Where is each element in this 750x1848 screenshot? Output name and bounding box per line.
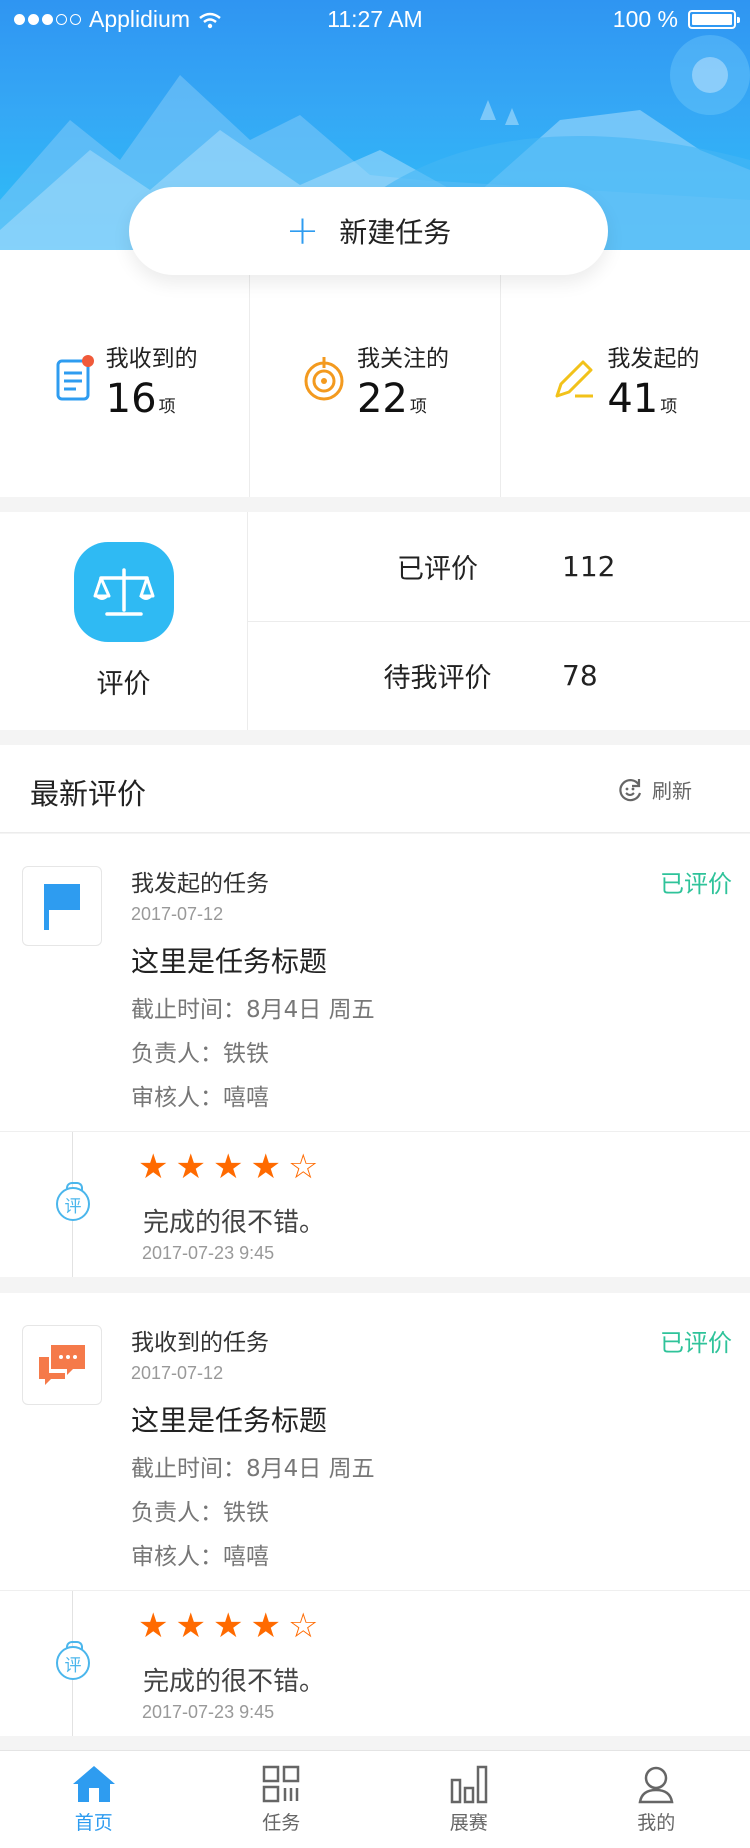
task-reviewer: 审核人：嘻嘻 bbox=[131, 1085, 269, 1111]
new-task-button[interactable]: + 新建任务 bbox=[129, 187, 608, 275]
task-stats: 我收到的 16 项 我关注的 22 项 我发起的 41 项 bbox=[0, 250, 750, 497]
star-empty-icon: ☆ bbox=[287, 1606, 319, 1646]
stat-count: 22 bbox=[356, 375, 408, 422]
task-owner: 负责人：铁铁 bbox=[131, 1041, 269, 1067]
task-date: 2017-07-12 bbox=[131, 904, 224, 924]
star-filled-icon: ★ bbox=[250, 1606, 281, 1646]
user-icon bbox=[638, 1766, 674, 1804]
battery-icon bbox=[688, 10, 740, 29]
bar-chart-icon bbox=[450, 1765, 487, 1804]
evaluated-row[interactable]: 已评价 112 bbox=[248, 512, 750, 622]
battery-group: 100 % bbox=[612, 6, 740, 33]
tab-label: 我的 bbox=[637, 1812, 676, 1834]
comment-time: 2017-07-23 9:45 bbox=[142, 1702, 275, 1722]
stat-unit: 项 bbox=[660, 396, 678, 417]
tab-label: 任务 bbox=[262, 1812, 301, 1834]
star-empty-icon: ☆ bbox=[287, 1147, 319, 1187]
grid-icon bbox=[263, 1765, 300, 1803]
task-date: 2017-07-12 bbox=[131, 1363, 224, 1383]
clipboard-icon bbox=[56, 354, 94, 400]
latest-evaluations-header: 最新评价 刷新 bbox=[0, 745, 750, 833]
star-filled-icon: ★ bbox=[250, 1147, 281, 1187]
refresh-button[interactable]: 刷新 bbox=[616, 775, 692, 804]
task-deadline: 截止时间：8月4日 周五 bbox=[131, 1456, 375, 1482]
evaluated-label: 已评价 bbox=[397, 553, 478, 585]
plus-icon: + bbox=[285, 208, 320, 254]
pencil-icon bbox=[555, 360, 594, 397]
star-filled-icon: ★ bbox=[212, 1606, 244, 1646]
stat-count: 16 bbox=[105, 375, 157, 422]
comment-text: 完成的很不错。 bbox=[143, 1667, 326, 1697]
new-task-label: 新建任务 bbox=[339, 216, 452, 249]
evaluation-card[interactable]: 我发起的任务 已评价 2017-07-12 这里是任务标题 截止时间：8月4日 … bbox=[0, 834, 750, 1277]
comment-text: 完成的很不错。 bbox=[143, 1208, 326, 1238]
stat-title: 我关注的 bbox=[356, 345, 449, 372]
evaluation-card[interactable]: 我收到的任务 已评价 2017-07-12 这里是任务标题 截止时间：8月4日 … bbox=[0, 1293, 750, 1736]
evaluation-entry[interactable]: 评价 bbox=[0, 512, 248, 730]
target-icon bbox=[304, 356, 344, 400]
tab-contest[interactable]: 展赛 bbox=[375, 1751, 563, 1848]
task-type: 我收到的任务 bbox=[131, 1330, 269, 1356]
task-title[interactable]: 这里是任务标题 bbox=[131, 1399, 327, 1439]
star-filled-icon: ★ bbox=[138, 1147, 169, 1187]
pending-evaluation-row[interactable]: 待我评价 78 bbox=[248, 622, 750, 731]
evaluation-label: 评价 bbox=[96, 668, 151, 700]
tab-bar: 首页 任务 展赛 我的 bbox=[0, 1750, 750, 1848]
tab-tasks[interactable]: 任务 bbox=[188, 1751, 376, 1848]
rating-stars: ★ ★ ★ ★ ☆ bbox=[138, 1609, 318, 1643]
star-filled-icon: ★ bbox=[138, 1606, 169, 1646]
battery-text: 100 % bbox=[612, 6, 678, 32]
chat-icon bbox=[22, 1325, 102, 1405]
stat-unit: 项 bbox=[158, 396, 176, 417]
stat-received[interactable]: 我收到的 16 项 bbox=[0, 250, 251, 497]
task-type: 我发起的任务 bbox=[131, 871, 269, 897]
task-deadline: 截止时间：8月4日 周五 bbox=[131, 997, 375, 1023]
stat-count: 41 bbox=[607, 375, 659, 422]
pending-evaluation-label: 待我评价 bbox=[383, 663, 492, 695]
refresh-label: 刷新 bbox=[652, 779, 692, 803]
stat-followed[interactable]: 我关注的 22 项 bbox=[250, 250, 501, 497]
comment-time: 2017-07-23 9:45 bbox=[142, 1243, 275, 1263]
flag-icon bbox=[22, 866, 102, 946]
tab-profile[interactable]: 我的 bbox=[563, 1751, 750, 1848]
evaluation-badge-icon: 评 bbox=[56, 1182, 90, 1221]
stat-title: 我发起的 bbox=[607, 345, 700, 372]
comment-block: 评 ★ ★ ★ ★ ☆ 完成的很不错。 2017-07-23 9:45 bbox=[0, 1591, 750, 1736]
evaluated-count: 112 bbox=[562, 549, 616, 583]
task-reviewer: 审核人：嘻嘻 bbox=[131, 1544, 269, 1570]
task-owner: 负责人：铁铁 bbox=[131, 1500, 269, 1526]
stat-unit: 项 bbox=[409, 396, 427, 417]
status-badge: 已评价 bbox=[660, 1329, 732, 1357]
tab-home[interactable]: 首页 bbox=[0, 1751, 188, 1848]
task-title[interactable]: 这里是任务标题 bbox=[131, 940, 327, 980]
rating-stars: ★ ★ ★ ★ ☆ bbox=[138, 1150, 318, 1184]
comment-block: 评 ★ ★ ★ ★ ☆ 完成的很不错。 2017-07-23 9:45 bbox=[0, 1132, 750, 1277]
home-icon bbox=[72, 1766, 115, 1802]
refresh-icon bbox=[619, 778, 642, 801]
star-filled-icon: ★ bbox=[175, 1147, 206, 1187]
star-filled-icon: ★ bbox=[175, 1606, 206, 1646]
evaluation-badge-icon: 评 bbox=[56, 1641, 90, 1680]
stat-initiated[interactable]: 我发起的 41 项 bbox=[501, 250, 750, 497]
status-badge: 已评价 bbox=[660, 870, 732, 898]
star-filled-icon: ★ bbox=[212, 1147, 244, 1187]
pending-evaluation-count: 78 bbox=[562, 659, 598, 693]
tab-label: 展赛 bbox=[449, 1812, 488, 1834]
section-title: 最新评价 bbox=[30, 777, 147, 811]
stat-title: 我收到的 bbox=[105, 345, 198, 372]
scale-icon bbox=[73, 541, 174, 642]
tab-label: 首页 bbox=[74, 1812, 113, 1834]
evaluation-panel: 评价 已评价 112 待我评价 78 bbox=[0, 512, 750, 730]
status-bar: Applidium 11:27 AM 100 % bbox=[0, 0, 750, 40]
